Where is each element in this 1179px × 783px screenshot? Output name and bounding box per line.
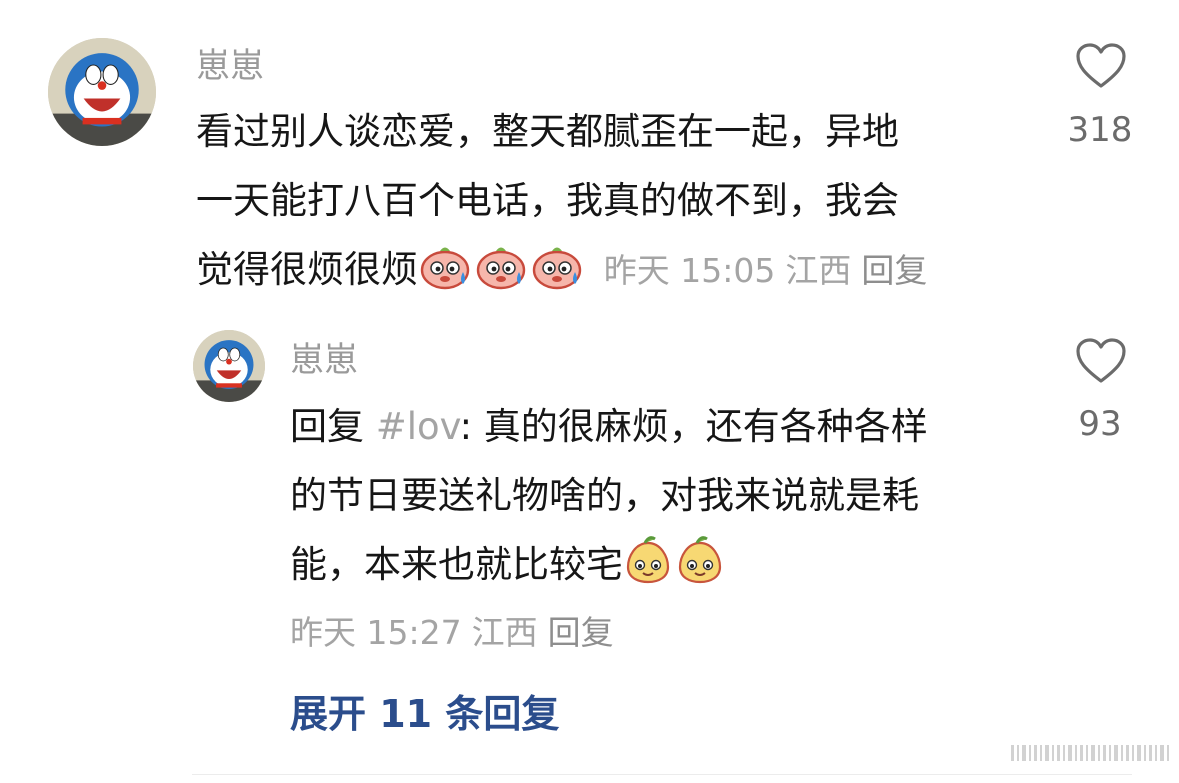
reply-username[interactable]: 崽崽: [290, 340, 358, 380]
comment-text-line-last: 觉得很烦很烦 昨天 15:05 江西 回复: [196, 235, 1036, 312]
reply-meta: 昨天 15:27 江西 回复: [290, 606, 624, 654]
doraemon-avatar-image: [48, 38, 156, 146]
smug-pear-emoji: [623, 535, 673, 607]
comment-time: 昨天 15:05: [603, 251, 776, 290]
comment-location: 江西: [785, 251, 852, 290]
watermark-barcode: [1011, 745, 1169, 761]
like-button[interactable]: [1075, 42, 1127, 90]
doraemon-avatar-image: [193, 330, 265, 402]
reply-text-line-last: 能，本来也就比较宅: [290, 530, 1050, 607]
smug-pear-emoji: [675, 535, 725, 607]
sweat-pig-emoji: [474, 243, 528, 312]
reply-time: 昨天 15:27: [290, 613, 462, 652]
comment-text-line: 一天能打八百个电话，我真的做不到，我会: [196, 179, 899, 222]
like-count: 318: [1067, 110, 1133, 150]
reply-avatar[interactable]: [193, 330, 265, 402]
avatar[interactable]: [48, 38, 156, 146]
reply-text: 回复 #lov: 真的很麻烦，还有各种各样 的节日要送礼物啥的，对我来说就是耗 …: [290, 392, 1050, 607]
reply-like-count: 93: [1078, 404, 1122, 444]
comment-text-line: 看过别人谈恋爱，整天都腻歪在一起，异地: [196, 110, 899, 153]
comment-meta: 昨天 15:05 江西 回复: [604, 251, 938, 290]
sweat-pig-emoji: [418, 243, 472, 312]
reply-text-line: 的节日要送礼物啥的，对我来说就是耗: [290, 474, 919, 517]
expand-replies-button[interactable]: 展开 11 条回复: [290, 683, 559, 738]
reply-like-button[interactable]: [1075, 337, 1127, 385]
reply-text-line: 回复 #lov: 真的很麻烦，还有各种各样: [290, 405, 928, 448]
heart-icon: [1076, 338, 1126, 383]
reply-location: 江西: [471, 613, 538, 652]
comment-reply-button[interactable]: 回复: [861, 251, 927, 290]
mention-link[interactable]: #lov: [376, 405, 460, 448]
sweat-pig-emoji: [530, 243, 584, 312]
bottom-divider: [192, 774, 1132, 775]
reply-reply-button[interactable]: 回复: [548, 613, 614, 652]
comment-username[interactable]: 崽崽: [196, 46, 264, 86]
comment-text: 看过别人谈恋爱，整天都腻歪在一起，异地 一天能打八百个电话，我真的做不到，我会 …: [196, 97, 1036, 312]
heart-icon: [1076, 43, 1126, 88]
